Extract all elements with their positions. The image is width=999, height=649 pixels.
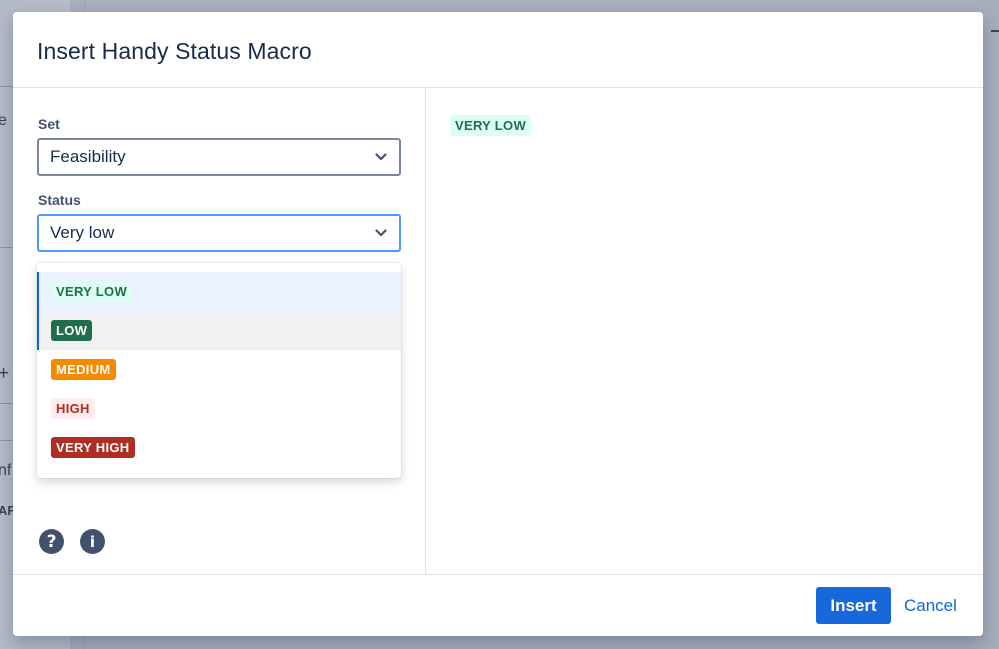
set-select[interactable]: Feasibility [37,138,401,176]
dialog-header: Insert Handy Status Macro [13,12,983,88]
settings-pane: Set Feasibility Status Very low VERY LOW… [13,88,426,574]
set-label: Set [38,116,60,132]
question-circle-icon[interactable]: ? [39,529,64,554]
dialog-footer: Insert Cancel [13,574,983,636]
background-text: e [0,112,7,129]
status-option[interactable]: LOW [37,311,401,350]
status-option-lozenge: LOW [51,320,93,341]
background-line [0,403,13,404]
background-line [0,440,13,441]
info-circle-icon[interactable]: i [80,529,105,554]
status-option-lozenge: VERY LOW [51,281,133,302]
status-option[interactable]: MEDIUM [37,350,401,389]
status-option-lozenge: VERY HIGH [51,437,135,458]
status-preview-lozenge: VERY LOW [450,115,532,136]
background-text: + [0,363,10,384]
status-select[interactable]: Very low [37,214,401,252]
status-dropdown-menu: VERY LOW LOW MEDIUM HIGH VERY HIGH [37,263,401,478]
status-preview: VERY LOW [450,115,532,136]
status-option[interactable]: VERY LOW [37,272,401,311]
cancel-button[interactable]: Cancel [899,587,962,624]
chevron-down-icon [363,229,399,237]
status-option-lozenge: HIGH [51,398,95,419]
status-option-lozenge: MEDIUM [51,359,116,380]
insert-macro-dialog: Insert Handy Status Macro Set Feasibilit… [13,12,983,636]
dialog-body: Set Feasibility Status Very low VERY LOW… [13,88,983,574]
status-select-value: Very low [50,223,115,242]
background-text: nf [0,462,12,479]
insert-button[interactable]: Insert [816,587,891,624]
dialog-title: Insert Handy Status Macro [37,38,312,64]
set-select-value: Feasibility [50,147,126,166]
help-icons: ? i [39,529,105,554]
status-option[interactable]: VERY HIGH [37,428,401,467]
background-mark [991,30,999,32]
chevron-down-icon [363,153,399,161]
preview-pane: VERY LOW [426,88,983,574]
background-line [0,247,13,248]
status-label: Status [38,192,81,208]
background-line [0,86,13,87]
status-option[interactable]: HIGH [37,389,401,428]
